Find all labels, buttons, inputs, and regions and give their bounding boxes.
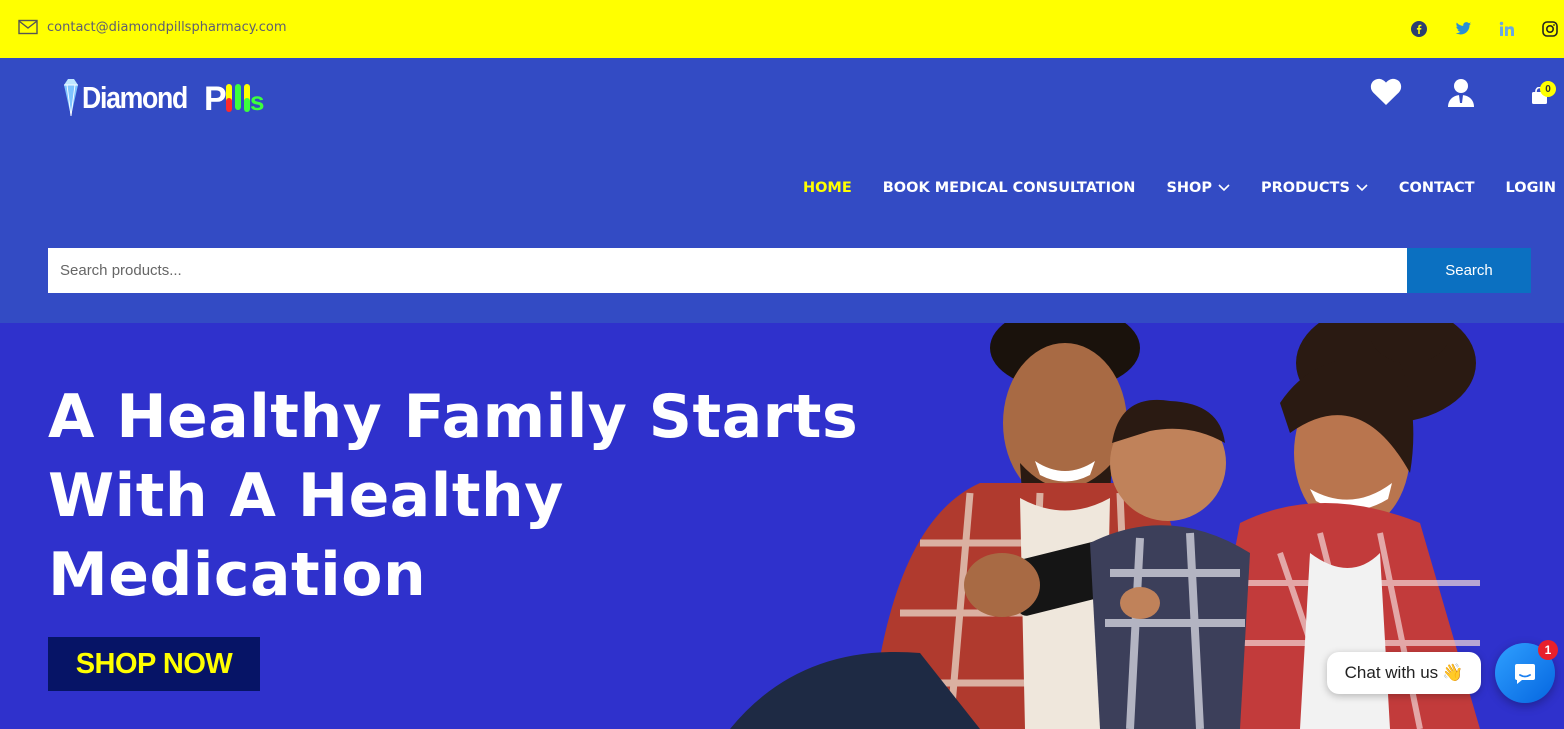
nav-item-shop[interactable]: SHOP xyxy=(1166,180,1230,196)
main-navigation: HOME BOOK MEDICAL CONSULTATION SHOP PROD… xyxy=(803,180,1556,196)
nav-item-contact[interactable]: CONTACT xyxy=(1399,180,1475,196)
twitter-icon[interactable] xyxy=(1454,20,1472,38)
wishlist-heart-icon[interactable] xyxy=(1370,78,1402,111)
product-search: Search xyxy=(48,248,1531,293)
svg-text:P: P xyxy=(204,80,227,118)
nav-item-book-consultation[interactable]: BOOK MEDICAL CONSULTATION xyxy=(883,180,1136,196)
chat-icon xyxy=(1515,664,1535,684)
chat-prompt-text: Chat with us xyxy=(1344,663,1439,682)
site-header: Diamond P s 0 HOME BOOK MEDICAL CONSULTA… xyxy=(0,58,1564,323)
chat-prompt-bubble[interactable]: Chat with us 👋 xyxy=(1327,652,1481,694)
top-bar: contact@diamondpillspharmacy.com xyxy=(0,0,1564,58)
diamond-icon xyxy=(64,79,78,117)
linkedin-icon[interactable] xyxy=(1498,20,1516,38)
nav-item-products[interactable]: PRODUCTS xyxy=(1261,180,1368,196)
site-logo[interactable]: Diamond P s xyxy=(62,72,266,124)
user-account-icon[interactable] xyxy=(1447,78,1475,113)
svg-text:s: s xyxy=(250,86,264,116)
logo-text-primary: Diamond xyxy=(82,80,188,115)
contact-email-text: contact@diamondpillspharmacy.com xyxy=(47,19,287,35)
cart-count-badge: 0 xyxy=(1540,81,1556,97)
instagram-icon[interactable] xyxy=(1541,20,1559,38)
nav-item-login[interactable]: LOGIN xyxy=(1506,180,1556,196)
envelope-icon xyxy=(18,19,38,35)
nav-item-home[interactable]: HOME xyxy=(803,180,852,196)
waving-hand-icon: 👋 xyxy=(1442,663,1464,682)
search-button[interactable]: Search xyxy=(1407,248,1531,293)
contact-email[interactable]: contact@diamondpillspharmacy.com xyxy=(18,19,287,35)
chevron-down-icon xyxy=(1218,184,1230,192)
facebook-icon[interactable] xyxy=(1410,20,1428,38)
search-input[interactable] xyxy=(48,248,1407,293)
shop-now-button[interactable]: SHOP NOW xyxy=(48,637,260,691)
chat-unread-badge: 1 xyxy=(1538,640,1558,660)
logo-pills-mark: P s xyxy=(204,80,264,118)
chevron-down-icon xyxy=(1356,184,1368,192)
